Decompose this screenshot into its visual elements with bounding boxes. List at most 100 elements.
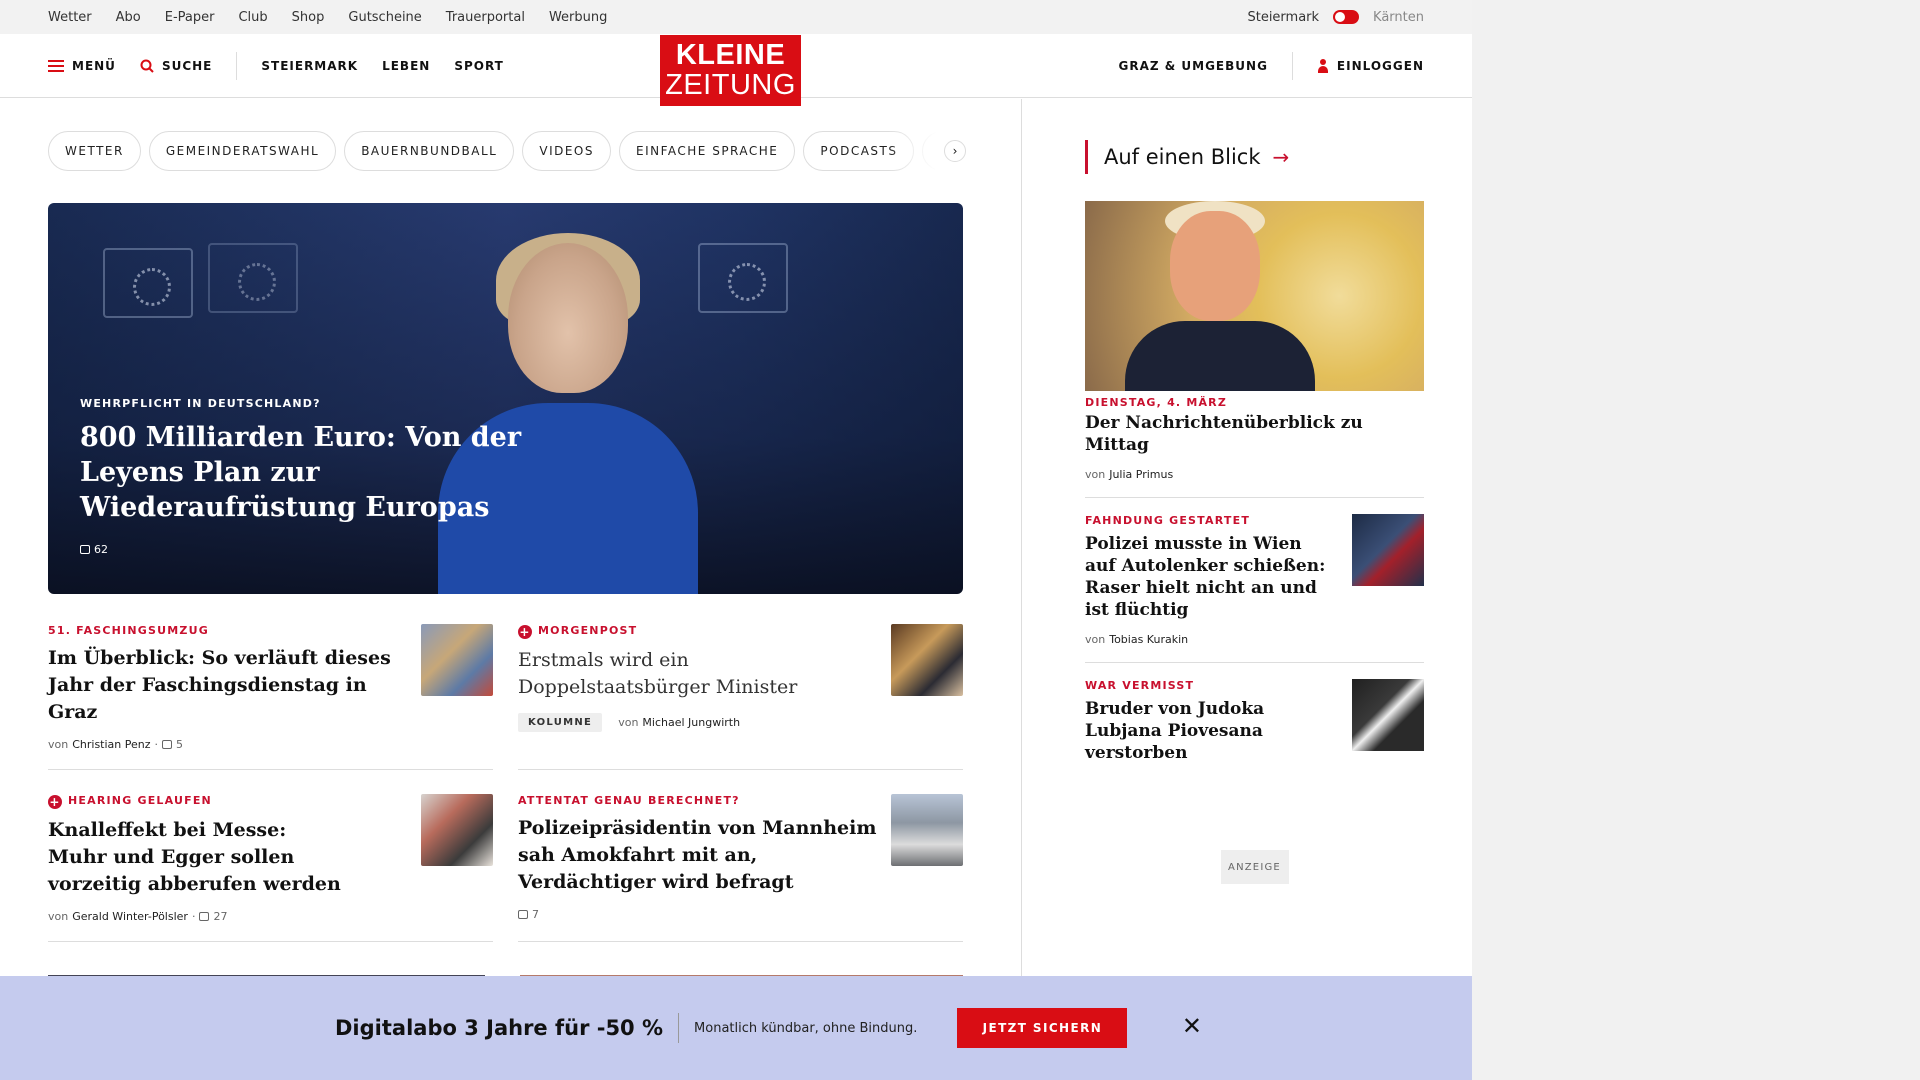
sidebar-author[interactable]: Tobias Kurakin [1109, 633, 1188, 646]
region-switcher: Steiermark Kärnten [1247, 10, 1424, 25]
meta-dot: · [154, 738, 159, 751]
sidebar-thumbnail [1352, 679, 1424, 751]
region-active-label[interactable]: Steiermark [1247, 10, 1319, 25]
topbar-link-shop[interactable]: Shop [292, 10, 325, 25]
hero-kicker: WEHRPFLICHT IN DEUTSCHLAND? [80, 397, 321, 410]
article-meta: 7 [518, 908, 963, 921]
article-author[interactable]: Gerald Winter-Pölsler [72, 910, 188, 923]
article-card[interactable]: ATTENTAT GENAU BERECHNET? Polizeipräside… [518, 794, 963, 942]
article-thumbnail [421, 794, 493, 866]
pill-wetter[interactable]: WETTER [48, 131, 141, 171]
sidebar-author[interactable]: Julia Primus [1109, 468, 1173, 481]
sidebar-title[interactable]: Der Nachrichtenüberblick zu Mittag [1085, 412, 1424, 456]
sidebar-title[interactable]: Bruder von Judoka Lubjana Piovesana vers… [1085, 698, 1335, 764]
arrow-right-icon: → [1272, 145, 1290, 169]
sidebar-item[interactable]: FAHNDUNG GESTARTET Polizei musste in Wie… [1085, 514, 1424, 663]
ad-label: ANZEIGE [1220, 850, 1289, 884]
column-divider [1021, 99, 1022, 999]
topbar-link-gutscheine[interactable]: Gutscheine [348, 10, 421, 25]
topbar-link-trauerportal[interactable]: Trauerportal [446, 10, 525, 25]
login-button[interactable]: EINLOGGEN [1317, 58, 1424, 73]
sidebar-kicker: DIENSTAG, 4. MÄRZ [1085, 392, 1238, 409]
article-thumbnail [421, 624, 493, 696]
nav-sport[interactable]: SPORT [454, 59, 504, 73]
banner-divider [678, 1013, 680, 1043]
hero-article[interactable]: WEHRPFLICHT IN DEUTSCHLAND? 800 Milliard… [48, 203, 963, 594]
plus-icon: + [48, 795, 62, 809]
topbar-link-werbung[interactable]: Werbung [549, 10, 607, 25]
article-comment-count[interactable]: 7 [532, 908, 539, 921]
meta-dot: · [191, 910, 196, 923]
hero-text: WEHRPFLICHT IN DEUTSCHLAND? 800 Milliard… [80, 397, 600, 556]
eu-commission-sign-left-2 [208, 243, 298, 313]
sidebar-heading[interactable]: Auf einen Blick → [1085, 140, 1424, 174]
user-icon [1317, 58, 1329, 73]
topbar-link-club[interactable]: Club [238, 10, 267, 25]
by-prefix: von [1085, 468, 1106, 481]
sidebar-item[interactable]: DIENSTAG, 4. MÄRZ Der Nachrichtenüberbli… [1085, 391, 1424, 498]
article-comment-count[interactable]: 5 [176, 738, 183, 751]
article-author[interactable]: Christian Penz [72, 738, 150, 751]
pill-gemeinderatswahl[interactable]: GEMEINDERATSWAHL [148, 131, 337, 171]
sidebar-at-a-glance: Auf einen Blick → DIENSTAG, 4. MÄRZ Der … [1085, 99, 1424, 884]
pill-bauernbundball[interactable]: BAUERNBUNDBALL [344, 131, 515, 171]
chevron-right-icon[interactable]: › [944, 140, 966, 162]
article-title[interactable]: Knalleffekt bei Messe: Muhr und Egger so… [48, 817, 348, 898]
sidebar-lead-image[interactable] [1085, 201, 1424, 391]
article-title[interactable]: Polizeipräsidentin von Mannheim sah Amok… [518, 815, 878, 896]
by-prefix: von [1085, 633, 1106, 646]
by-prefix: von [48, 738, 69, 751]
logo-line-2: ZEITUNG [665, 69, 796, 101]
region-toggle[interactable] [1333, 10, 1360, 24]
nav-steiermark[interactable]: STEIERMARK [261, 59, 358, 73]
sidebar-meta: von Julia Primus [1085, 468, 1424, 481]
comment-icon [199, 912, 210, 921]
sidebar-title[interactable]: Polizei musste in Wien auf Autolenker sc… [1085, 533, 1335, 621]
subscription-banner: Digitalabo 3 Jahre für -50 % Monatlich k… [0, 976, 1472, 1080]
logo-line-1: KLEINE [675, 39, 786, 71]
kolumne-badge: KOLUMNE [518, 713, 603, 732]
article-card[interactable]: + MORGENPOST Erstmals wird ein Doppelstaa… [518, 624, 963, 770]
sidebar-meta: von Tobias Kurakin [1085, 633, 1424, 646]
close-icon[interactable]: ✕ [1182, 1014, 1202, 1038]
banner-headline: Digitalabo 3 Jahre für -50 % [335, 1016, 664, 1040]
sidebar-thumbnail [1352, 514, 1424, 586]
hero-comments[interactable]: 62 [80, 543, 600, 556]
by-prefix: von [48, 910, 69, 923]
eu-commission-sign-left [103, 248, 193, 318]
nav-leben[interactable]: LEBEN [382, 59, 430, 73]
comment-icon [162, 740, 173, 749]
plus-icon: + [518, 625, 532, 639]
topic-pills: WETTER GEMEINDERATSWAHL BAUERNBUNDBALL V… [48, 131, 968, 171]
article-card[interactable]: + HEARING GELAUFEN Knalleffekt bei Messe:… [48, 794, 493, 942]
pill-videos[interactable]: VIDEOS [522, 131, 611, 171]
article-kicker-text: MORGENPOST [538, 624, 638, 637]
banner-subline: Monatlich kündbar, ohne Bindung. [694, 1020, 918, 1036]
article-title[interactable]: Erstmals wird ein Doppelstaatsbürger Min… [518, 647, 878, 701]
comment-icon [80, 545, 90, 554]
region-inactive-label[interactable]: Kärnten [1373, 10, 1424, 25]
article-title[interactable]: Im Überblick: So verläuft dieses Jahr de… [48, 645, 408, 726]
header-right: GRAZ & UMGEBUNG EINLOGGEN [1119, 51, 1425, 80]
by-prefix: von [618, 716, 639, 729]
site-page: Wetter Abo E-Paper Club Shop Gutscheine … [0, 0, 1472, 1080]
article-card[interactable]: 51. FASCHINGSUMZUG Im Überblick: So verl… [48, 624, 493, 770]
menu-button[interactable]: MENÜ [48, 59, 116, 73]
article-author[interactable]: Michael Jungwirth [642, 716, 740, 729]
article-comment-count[interactable]: 27 [213, 910, 227, 923]
local-nav-graz[interactable]: GRAZ & UMGEBUNG [1119, 59, 1268, 73]
main-header: MENÜ SUCHE STEIERMARK LEBEN SPORT KLEINE… [0, 34, 1472, 106]
kleine-zeitung-logo[interactable]: KLEINE ZEITUNG [660, 35, 801, 106]
sidebar-item[interactable]: WAR VERMISST Bruder von Judoka Lubjana P… [1085, 679, 1424, 780]
hero-comment-count: 62 [94, 543, 108, 556]
topbar-link-epaper[interactable]: E-Paper [165, 10, 215, 25]
subscribe-button[interactable]: JETZT SICHERN [957, 1008, 1128, 1048]
viewport-gutter [1472, 0, 1920, 1080]
topbar-link-wetter[interactable]: Wetter [48, 10, 92, 25]
article-meta: von Christian Penz · 5 [48, 738, 493, 751]
topbar-link-abo[interactable]: Abo [116, 10, 141, 25]
hero-title[interactable]: 800 Milliarden Euro: Von der Leyens Plan… [80, 420, 600, 525]
header-divider-right [1291, 51, 1293, 80]
pill-einfache-sprache[interactable]: EINFACHE SPRACHE [619, 131, 796, 171]
search-button[interactable]: SUCHE [140, 59, 212, 73]
